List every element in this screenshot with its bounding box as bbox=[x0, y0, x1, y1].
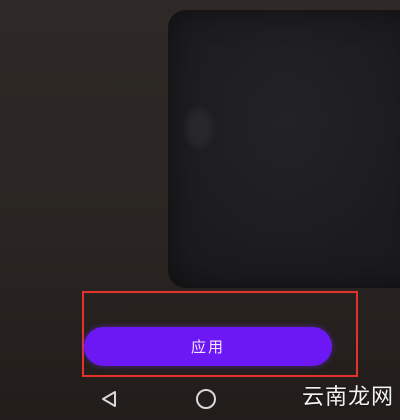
watermark-text: 云南龙网 bbox=[301, 385, 394, 410]
phone-screen: 应用 云南龙网 bbox=[0, 0, 400, 420]
back-button[interactable] bbox=[94, 384, 124, 414]
apply-button[interactable]: 应用 bbox=[84, 327, 332, 366]
preview-shadow bbox=[186, 108, 212, 148]
home-circle-icon bbox=[196, 389, 216, 409]
back-triangle-icon bbox=[102, 391, 116, 407]
home-button[interactable] bbox=[191, 384, 221, 414]
wallpaper-preview bbox=[168, 10, 400, 288]
